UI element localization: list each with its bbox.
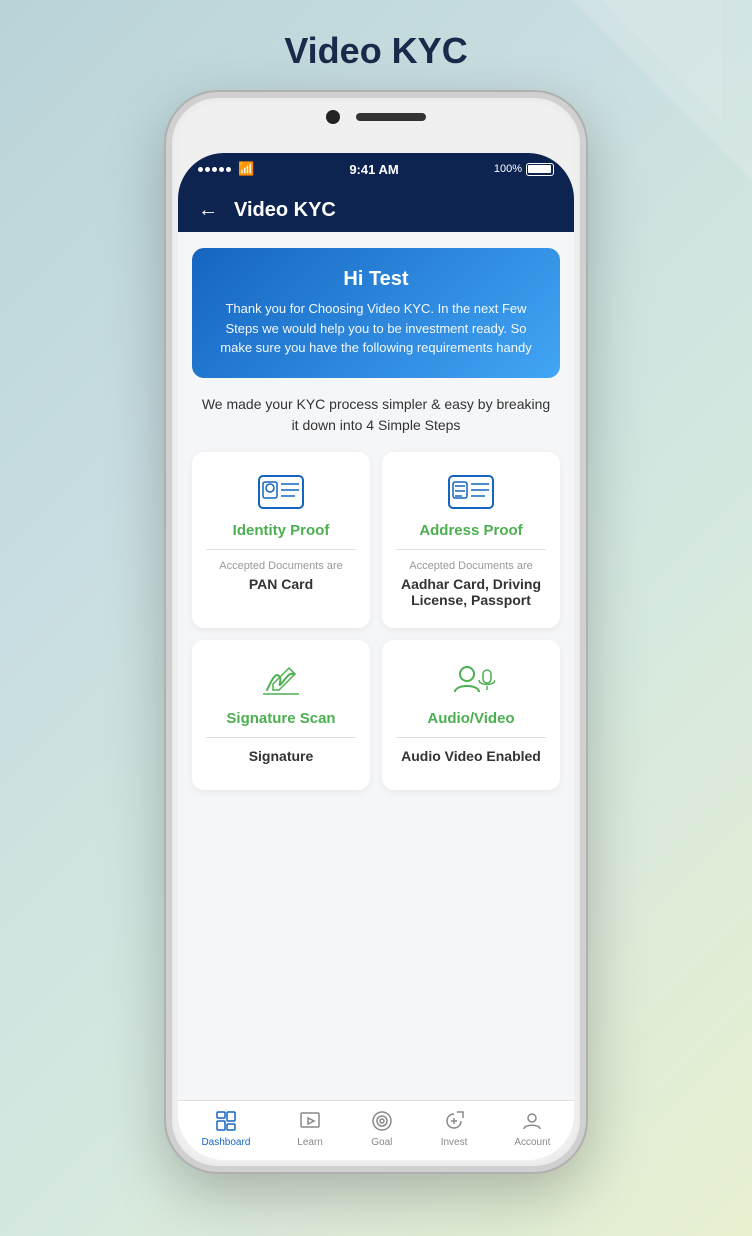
audio-video-icon xyxy=(445,660,497,700)
identity-proof-title: Identity Proof xyxy=(233,522,330,539)
learn-icon xyxy=(298,1109,322,1133)
learn-label: Learn xyxy=(297,1137,323,1148)
status-right: 100% xyxy=(494,163,554,176)
divider xyxy=(396,549,546,550)
phone-screen: 📶 9:41 AM 100% ← Video KYC Hi Test Thank… xyxy=(178,153,574,1160)
banner-greeting: Hi Test xyxy=(208,268,544,291)
screen-content[interactable]: Hi Test Thank you for Choosing Video KYC… xyxy=(178,232,574,1100)
address-proof-title: Address Proof xyxy=(419,522,522,539)
steps-description: We made your KYC process simpler & easy … xyxy=(198,394,554,436)
status-bar: 📶 9:41 AM 100% xyxy=(178,153,574,185)
invest-icon xyxy=(442,1109,466,1133)
tab-goal[interactable]: Goal xyxy=(370,1109,394,1148)
tab-invest[interactable]: Invest xyxy=(441,1109,468,1148)
audio-video-title: Audio/Video xyxy=(427,710,514,727)
audio-video-card[interactable]: Audio/Video Audio Video Enabled xyxy=(382,640,560,790)
wifi-icon: 📶 xyxy=(238,161,254,177)
divider xyxy=(206,737,356,738)
identity-icon xyxy=(255,472,307,512)
tab-dashboard[interactable]: Dashboard xyxy=(201,1109,250,1148)
page-title: Video KYC xyxy=(284,30,467,72)
back-button[interactable]: ← xyxy=(198,199,218,222)
divider xyxy=(206,549,356,550)
phone-frame: 📶 9:41 AM 100% ← Video KYC Hi Test Thank… xyxy=(166,92,586,1172)
identity-proof-card[interactable]: Identity Proof Accepted Documents are PA… xyxy=(192,452,370,628)
signal-indicator xyxy=(198,167,231,172)
side-button-volume-down xyxy=(166,293,170,333)
welcome-banner: Hi Test Thank you for Choosing Video KYC… xyxy=(192,248,560,378)
address-icon xyxy=(445,472,497,512)
signature-icon xyxy=(255,660,307,700)
tab-bar: Dashboard Learn xyxy=(178,1100,574,1160)
address-doc-label: Accepted Documents are xyxy=(409,560,533,572)
banner-description: Thank you for Choosing Video KYC. In the… xyxy=(208,299,544,358)
status-time: 9:41 AM xyxy=(349,162,398,177)
divider xyxy=(396,737,546,738)
signature-doc-value: Signature xyxy=(249,748,314,764)
identity-doc-value: PAN Card xyxy=(249,576,313,592)
battery-icon xyxy=(526,163,554,176)
status-left: 📶 xyxy=(198,161,254,177)
dashboard-icon xyxy=(214,1109,238,1133)
audio-video-doc-value: Audio Video Enabled xyxy=(401,748,541,764)
tab-account[interactable]: Account xyxy=(514,1109,550,1148)
goal-label: Goal xyxy=(371,1137,392,1148)
dashboard-label: Dashboard xyxy=(201,1137,250,1148)
nav-bar: ← Video KYC xyxy=(178,185,574,232)
signature-scan-card[interactable]: Signature Scan Signature xyxy=(192,640,370,790)
account-label: Account xyxy=(514,1137,550,1148)
signature-scan-title: Signature Scan xyxy=(226,710,335,727)
side-button-volume-up xyxy=(166,238,170,278)
tab-learn[interactable]: Learn xyxy=(297,1109,323,1148)
goal-icon xyxy=(370,1109,394,1133)
front-camera xyxy=(326,110,340,124)
invest-label: Invest xyxy=(441,1137,468,1148)
nav-title: Video KYC xyxy=(234,199,336,222)
address-proof-card[interactable]: Address Proof Accepted Documents are Aad… xyxy=(382,452,560,628)
identity-doc-label: Accepted Documents are xyxy=(219,560,343,572)
kyc-cards-grid: Identity Proof Accepted Documents are PA… xyxy=(192,452,560,790)
battery-percent: 100% xyxy=(494,163,522,175)
address-doc-value: Aadhar Card, Driving License, Passport xyxy=(396,576,546,608)
account-icon xyxy=(520,1109,544,1133)
phone-top-bar xyxy=(326,110,426,124)
speaker-grille xyxy=(356,113,426,121)
side-button-power xyxy=(582,268,586,338)
